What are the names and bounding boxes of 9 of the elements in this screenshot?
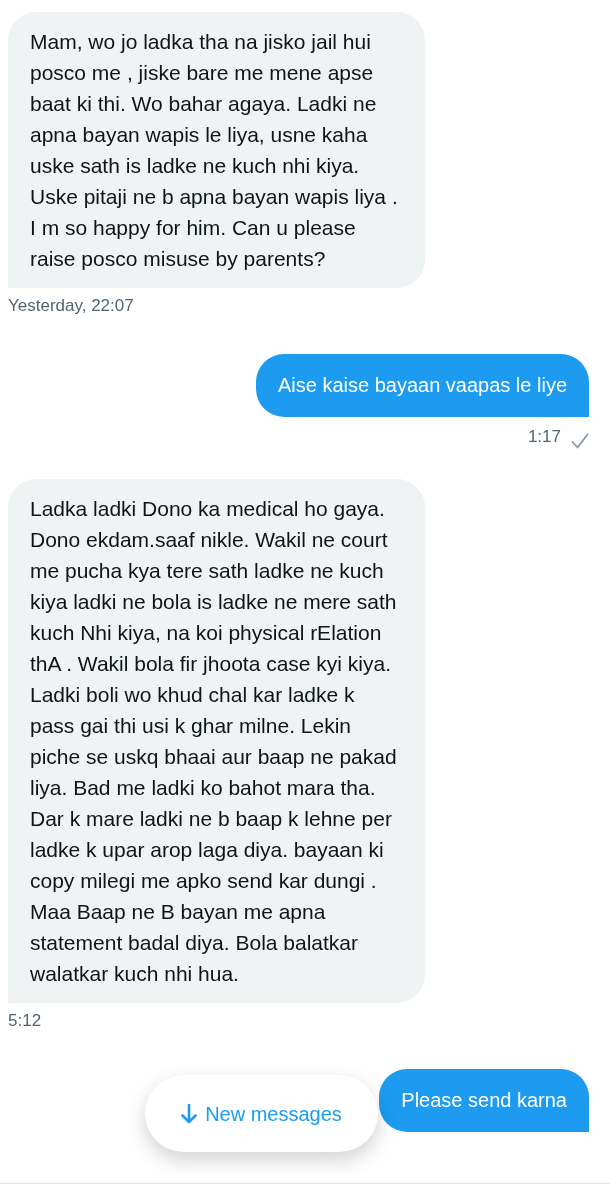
timestamp: Yesterday, 22:07 bbox=[8, 295, 134, 318]
down-arrow-icon bbox=[181, 1103, 198, 1124]
timestamp: 1:17 bbox=[527, 426, 561, 449]
message-bubble: Ladka ladki Dono ka medical ho gaya. Dono ekdam.saaf nikle. Wakil ne court me pucha kya tere sath ladke ne kuch kiya ladki ne bola is ladke ne mere sath kuch Nhi kiya, na koi physical rElation thA . Wakil bola fir jhoota case kyi kiya. Ladki boli wo khud chal kar ladke k pass gai thi usi k ghar milne. Lekin piche se uskq bhaai aur baap ne pakad liya. Bad me ladki ko bahot mara tha. Dar k mare ladki ne b baap k lehne per ladke k upar arop laga diya. bayaan ki copy milegi me apko send kar dungi . Maa Baap ne B bayan me apna statement badal diya. Bola balatkar walatkar kuch nhi hua. bbox=[8, 479, 425, 1003]
new-messages-button[interactable]: New messages bbox=[145, 1075, 378, 1152]
timestamp: 5:12 bbox=[8, 1010, 42, 1033]
message-bubble: Please send karna bbox=[379, 1069, 589, 1132]
message-bubble: Aise kaise bayaan vaapas le liye bbox=[255, 354, 589, 417]
message-bubble: Mam, wo jo ladka tha na jisko jail hui posco me , jiske bare me mene apse baat ki thi. Wo bahar agaya. Ladki ne apna bayan wapis le liya, usne kaha uske sath is ladke ne kuch nhi kiya. Uske pitaji ne b apna bayan wapis liya . I m so happy for him. Can u please raise posco misuse by parents? bbox=[8, 12, 425, 288]
